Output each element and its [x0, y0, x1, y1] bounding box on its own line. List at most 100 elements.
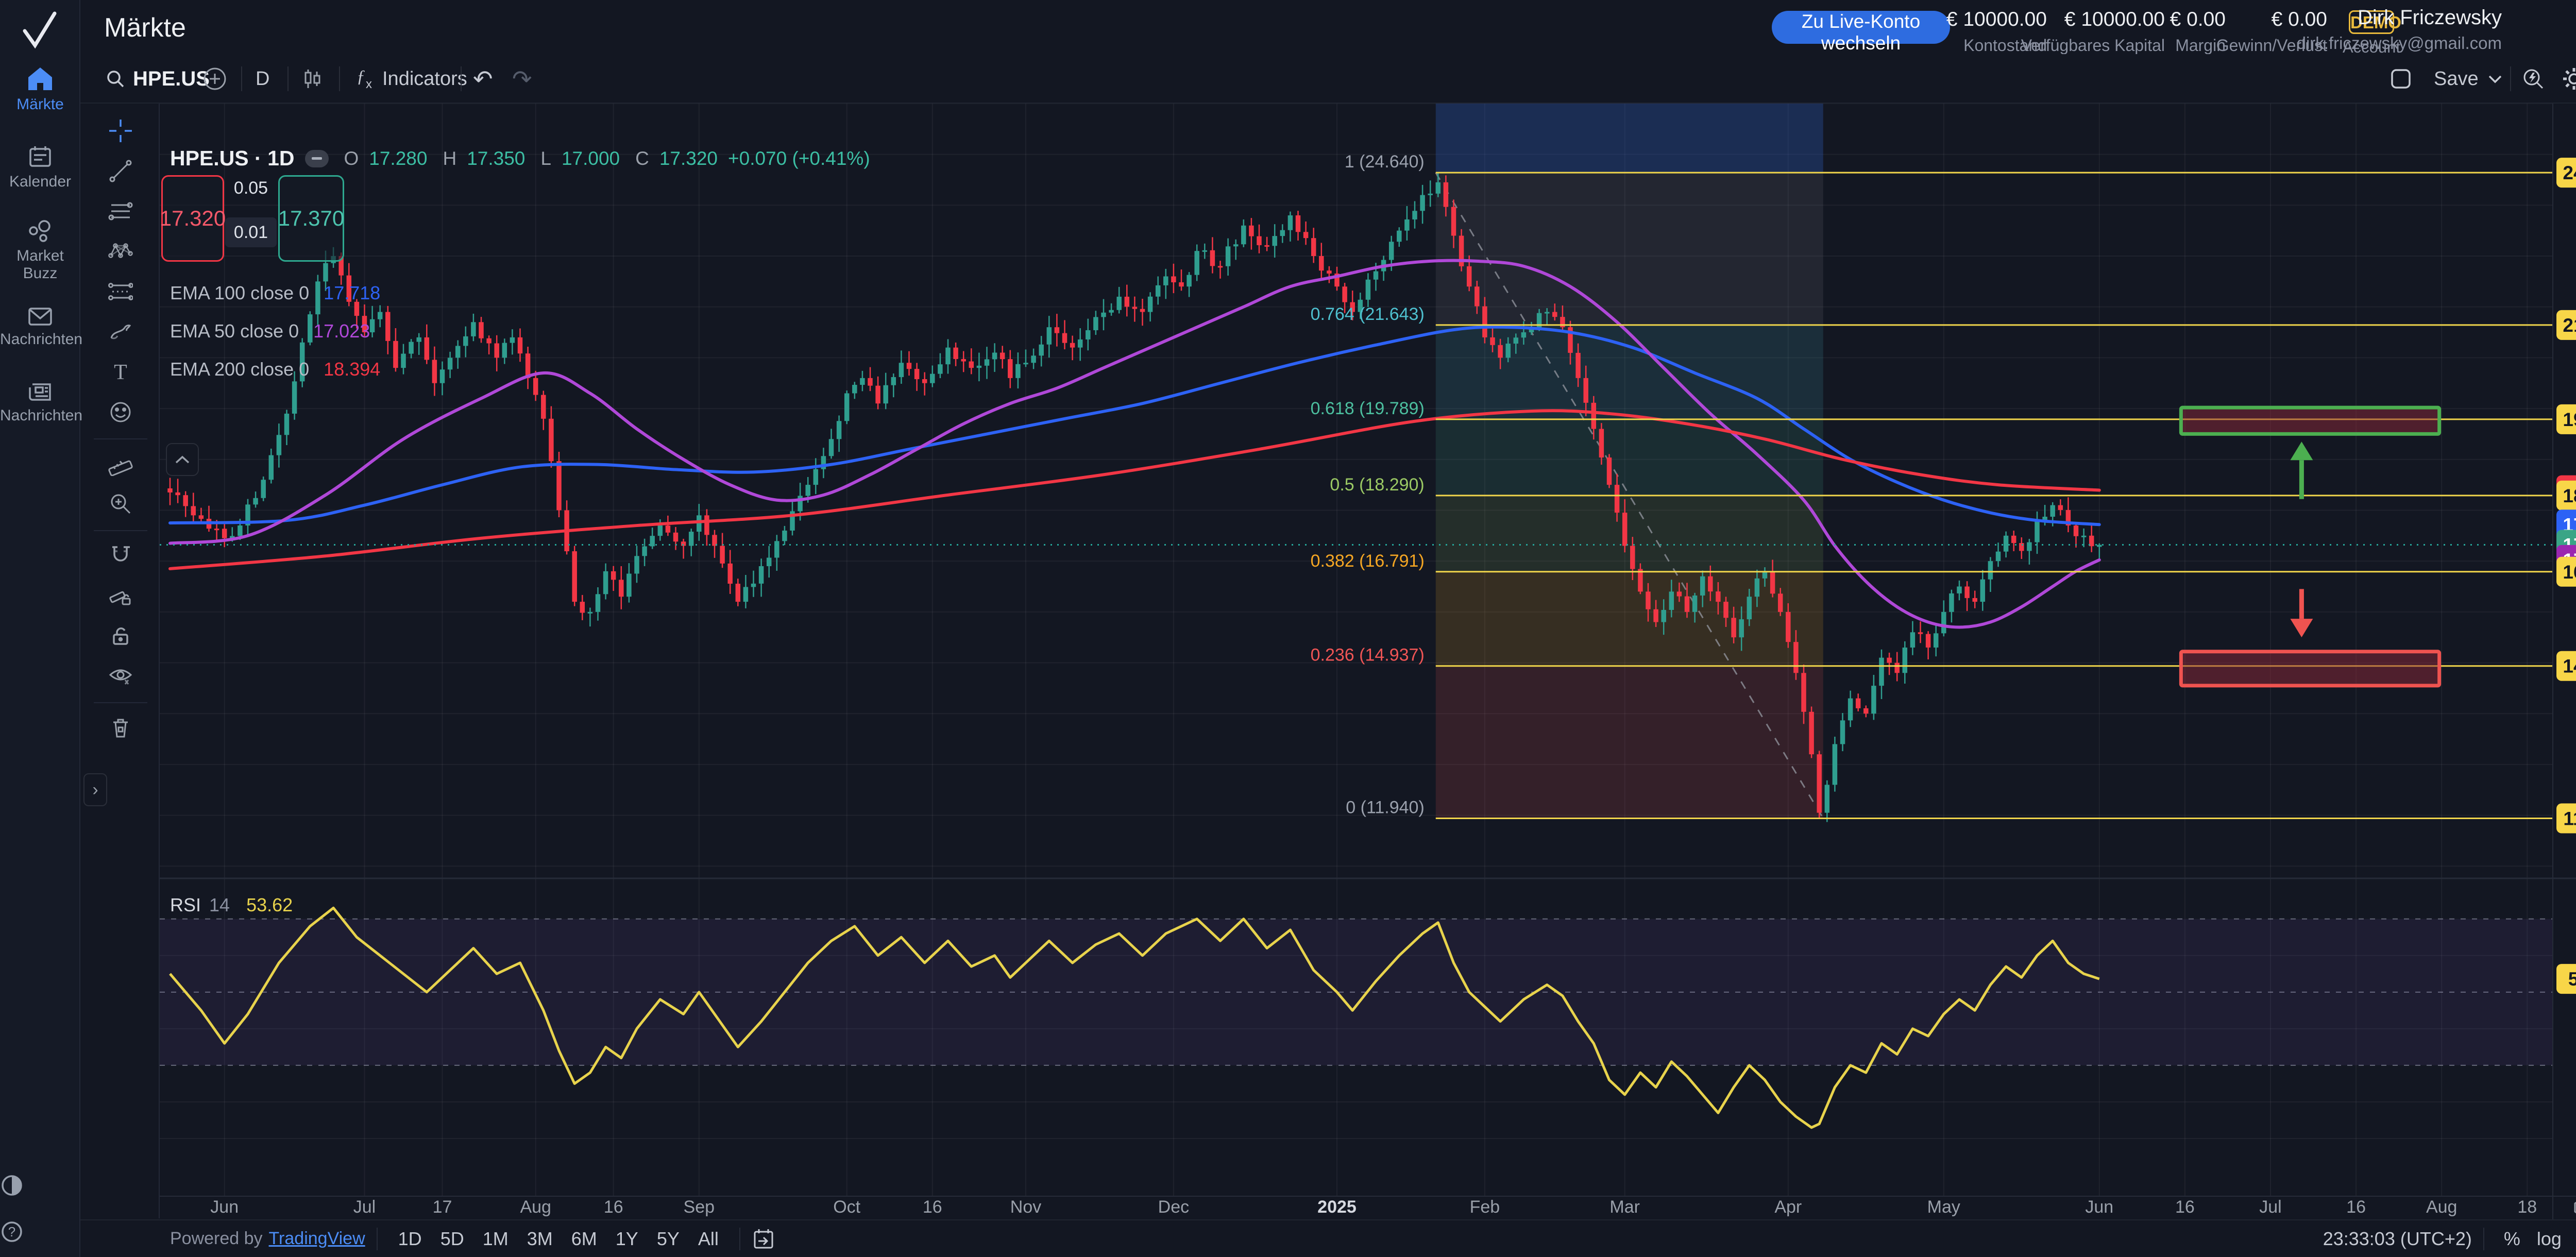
magnet-icon: [108, 543, 133, 568]
bottom-divider: [2483, 1228, 2484, 1250]
range-button-5y[interactable]: 5Y: [650, 1228, 687, 1250]
go-to-date-button[interactable]: [752, 1227, 775, 1251]
expand-toolbar-button[interactable]: ›: [83, 773, 107, 806]
tradingview-link[interactable]: TradingView: [269, 1229, 365, 1249]
candlestick-icon: [301, 67, 324, 90]
sell-button[interactable]: 17.320: [161, 175, 224, 262]
nav-item-label: Nachrichten: [0, 331, 80, 348]
log-scale-button[interactable]: log: [2529, 1228, 2570, 1250]
help-button[interactable]: ?: [0, 1220, 80, 1244]
symbol-name: HPE.US: [133, 67, 210, 91]
svg-text:16.791: 16.791: [2563, 562, 2576, 583]
trash-icon: [108, 715, 133, 740]
app-logo-icon[interactable]: [21, 9, 60, 50]
svg-text:?: ?: [8, 1224, 15, 1239]
legend-symbol[interactable]: HPE.US · 1D: [170, 146, 295, 171]
svg-text:16: 16: [2346, 1197, 2366, 1217]
chart-style-button[interactable]: [301, 54, 324, 104]
svg-text:Aug: Aug: [520, 1197, 551, 1217]
remove-drawings-button[interactable]: [105, 711, 137, 743]
position-tool-button[interactable]: [105, 276, 137, 308]
available-capital: € 10000.00 Verfügbares Kapital: [2021, 8, 2165, 55]
undo-button[interactable]: ↶: [473, 54, 493, 104]
mail-icon: [27, 306, 53, 327]
chevron-up-icon: [175, 455, 190, 464]
settings-button[interactable]: [2562, 54, 2576, 104]
toolbar-divider: [2510, 66, 2511, 91]
long-position-icon: [108, 279, 133, 304]
drawing-toolbar: T ›: [81, 104, 160, 1218]
horizontal-lines-tool-button[interactable]: [105, 195, 137, 227]
bottom-divider: [739, 1228, 740, 1250]
range-button-1y[interactable]: 1Y: [608, 1228, 646, 1250]
close-value: 17.320: [659, 148, 718, 169]
indicators-label: Indicators: [382, 68, 467, 90]
svg-text:Dec: Dec: [1158, 1197, 1189, 1217]
compare-add-button[interactable]: [203, 54, 227, 104]
nav-item-market-buzz[interactable]: Market Buzz: [0, 219, 80, 282]
text-tool-button[interactable]: T: [105, 356, 137, 388]
percent-scale-button[interactable]: %: [2496, 1228, 2529, 1250]
save-button[interactable]: Save: [2434, 54, 2479, 104]
tick-size-value: 0.01: [225, 217, 277, 247]
legend-collapse-pill[interactable]: [305, 150, 329, 167]
indicators-button[interactable]: ƒx Indicators: [352, 54, 467, 104]
toolbar-divider: [94, 438, 147, 439]
brush-tool-button[interactable]: [105, 316, 137, 348]
help-icon: ?: [0, 1220, 24, 1244]
measure-tool-button[interactable]: [105, 448, 137, 480]
chart-canvas[interactable]: 1 (24.640)0.764 (21.643)0.618 (19.789)0.…: [0, 0, 2576, 1257]
nav-item-maerkte[interactable]: Märkte: [0, 66, 80, 113]
chart-controls: Save: [2370, 54, 2576, 104]
order-panel: 17.320 0.05 0.01 17.370: [161, 175, 344, 262]
symbol-search-button[interactable]: HPE.US: [105, 54, 210, 104]
svg-text:Jul: Jul: [353, 1197, 376, 1217]
svg-text:x: x: [366, 77, 372, 91]
change-value: +0.070 (+0.41%): [728, 148, 870, 169]
clock-timezone-button[interactable]: 23:33:03 (UTC+2): [2323, 1228, 2472, 1250]
switch-to-live-account-button[interactable]: Zu Live-Konto wechseln: [1772, 11, 1950, 44]
drawing-lock-mode-button[interactable]: [105, 580, 137, 611]
range-button-3m[interactable]: 3M: [520, 1228, 560, 1250]
zoom-in-tool-button[interactable]: [105, 488, 137, 520]
price-axis: 26.00025.00024.00023.00022.00021.00020.0…: [2556, 94, 2576, 1149]
svg-text:19.789: 19.789: [2563, 409, 2576, 430]
svg-text:16: 16: [923, 1197, 942, 1217]
nav-item-nachrichten-mail[interactable]: Nachrichten: [0, 306, 80, 348]
range-button-5d[interactable]: 5D: [433, 1228, 471, 1250]
save-dropdown-button[interactable]: [2487, 54, 2503, 104]
toolbar-divider: [241, 66, 242, 91]
magnet-tool-button[interactable]: [105, 539, 137, 571]
rsi-legend[interactable]: RSI 14 53.62: [170, 894, 293, 916]
svg-text:Oct: Oct: [833, 1197, 860, 1217]
range-button-all[interactable]: All: [691, 1228, 726, 1250]
indicator-row-ema100[interactable]: EMA 100 close 0 17.718: [170, 282, 380, 304]
range-button-1d[interactable]: 1D: [391, 1228, 429, 1250]
emoji-tool-button[interactable]: [105, 396, 137, 428]
brush-icon: [108, 319, 133, 344]
nav-item-nachrichten-news[interactable]: Nachrichten: [0, 380, 80, 424]
indicator-row-ema50[interactable]: EMA 50 close 0 17.023: [170, 320, 370, 342]
quick-scan-button[interactable]: [2521, 54, 2545, 104]
collapse-legend-button[interactable]: [166, 443, 199, 476]
lock-all-drawings-button[interactable]: [105, 620, 137, 652]
interval-button[interactable]: D: [256, 54, 269, 104]
indicator-row-ema200[interactable]: EMA 200 close 0 18.394: [170, 359, 380, 380]
svg-text:18: 18: [2517, 1197, 2537, 1217]
fib-retracement-bands: [1436, 100, 1823, 819]
buy-button[interactable]: 17.370: [278, 175, 344, 262]
nav-item-kalender[interactable]: Kalender: [0, 144, 80, 191]
redo-button[interactable]: ↷: [512, 54, 532, 104]
pattern-tool-button[interactable]: [105, 235, 137, 267]
cursor-tool-button[interactable]: [105, 115, 137, 147]
range-button-6m[interactable]: 6M: [564, 1228, 604, 1250]
svg-text:0.764 (21.643): 0.764 (21.643): [1311, 304, 1425, 324]
hide-drawings-button[interactable]: [105, 660, 137, 692]
auto-scale-button[interactable]: auto: [2570, 1228, 2576, 1250]
chart-legend: HPE.US · 1D O17.280 H17.350 L17.000 C17.…: [170, 146, 870, 171]
layout-select-button[interactable]: [2389, 54, 2412, 104]
theme-contrast-button[interactable]: [0, 1174, 80, 1197]
zoom-in-icon: [108, 491, 133, 516]
range-button-1m[interactable]: 1M: [476, 1228, 516, 1250]
trend-line-tool-button[interactable]: [105, 155, 137, 187]
